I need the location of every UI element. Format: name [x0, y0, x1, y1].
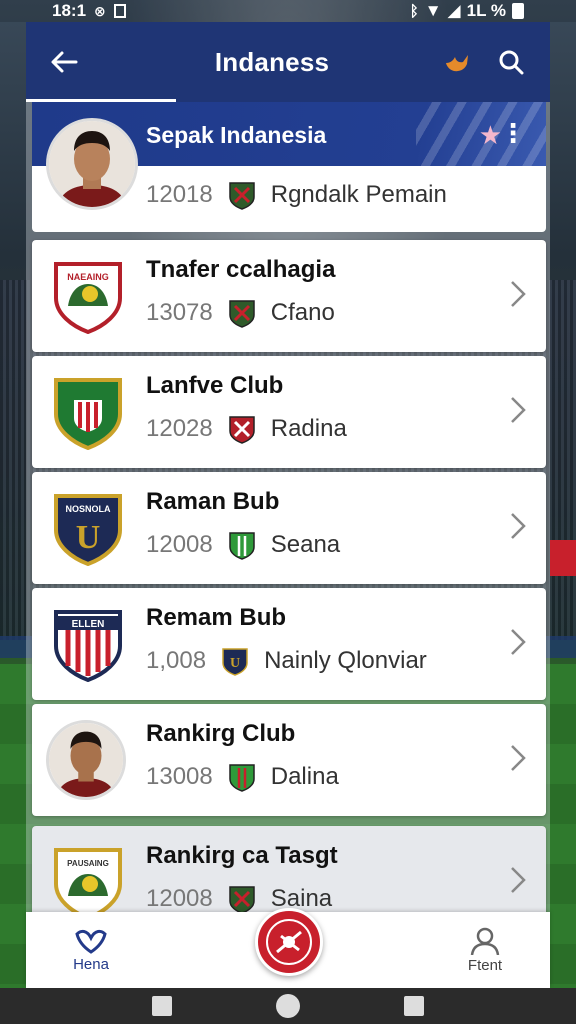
club-badge-icon — [229, 416, 255, 444]
club-subtitle: Seana — [270, 531, 341, 558]
list-item[interactable]: PAUSAING Rankirg ca Tasgt 12008 Saina — [32, 826, 546, 912]
club-subtitle: Nainly Qlonviar — [264, 647, 427, 674]
battery-text: 1L % — [466, 1, 506, 20]
league-name: Sepak Indanesia — [146, 122, 327, 148]
club-logo: PAUSAING — [54, 848, 122, 912]
wifi-icon: ▼ — [424, 1, 442, 20]
svg-text:U: U — [230, 656, 240, 671]
club-number: 12028 — [146, 415, 213, 442]
list-item[interactable]: Lanfve Club 12028 Radina — [32, 356, 546, 468]
club-badge-icon — [229, 886, 255, 912]
club-badge-icon — [229, 532, 255, 560]
chevron-right-icon — [511, 745, 526, 771]
recents-button[interactable] — [152, 996, 172, 1016]
club-badge-icon: U — [222, 648, 248, 676]
nav-profile-label: Ftent — [467, 956, 503, 974]
more-vert-icon[interactable]: ⋮ — [500, 118, 526, 149]
club-crest-icon — [266, 919, 312, 965]
club-subtitle: Cfano — [270, 299, 335, 326]
club-number: 13008 — [146, 763, 213, 790]
club-subtitle: Radina — [270, 415, 347, 442]
notification-icon: ⊗ — [94, 2, 106, 19]
club-logo: NAEAING — [54, 262, 122, 334]
list-item[interactable]: NAEAING Tnafer ccalhagia 13078 Cfano — [32, 240, 546, 352]
club-name: Rankirg Club — [146, 720, 296, 747]
club-badge-icon — [229, 764, 255, 792]
club-logo-text: NAEAING — [67, 272, 109, 282]
chevron-right-icon — [511, 629, 526, 655]
center-action-button[interactable] — [255, 908, 323, 976]
club-badge-icon — [229, 300, 255, 328]
red-banner — [550, 540, 576, 576]
home-heart-icon — [75, 929, 107, 954]
list-item[interactable]: ELLEN Remam Bub 1,008 U Nainly Qlonviar — [32, 588, 546, 700]
battery-icon — [512, 3, 524, 19]
chevron-right-icon — [511, 513, 526, 539]
bird-icon[interactable] — [442, 47, 472, 77]
club-logo-text: ELLEN — [72, 619, 105, 630]
avatar — [46, 720, 126, 800]
back-system-button[interactable] — [404, 996, 424, 1016]
player-portrait — [49, 121, 135, 207]
list-item[interactable]: U NOSNOLA Raman Bub 12008 Seana — [32, 472, 546, 584]
status-bar: 18:1 ⊗ ᛒ ▼ ◢ 1L % — [0, 0, 576, 22]
club-logo-text: NOSNOLA — [66, 504, 112, 514]
club-logo — [54, 378, 122, 450]
app-window: Indaness Sepak Indanesia ★ ⋮ 12018 Rgnda… — [26, 22, 550, 988]
home-button[interactable] — [276, 994, 300, 1018]
club-name: Rankirg ca Tasgt — [146, 842, 338, 869]
signal-icon: ◢ — [447, 1, 461, 20]
person-icon — [470, 927, 500, 955]
club-name: Lanfve Club — [146, 372, 284, 399]
club-number: 13078 — [146, 299, 213, 326]
header-number: 12018 — [146, 181, 213, 208]
club-list[interactable]: Sepak Indanesia ★ ⋮ 12018 Rgndalk Pemain… — [26, 102, 550, 912]
club-subtitle: Dalina — [270, 763, 339, 790]
club-badge-icon — [229, 182, 255, 210]
nav-profile[interactable]: Ftent — [420, 927, 550, 974]
app-bar: Indaness — [26, 22, 550, 102]
bottom-navigation: Hena Ftent — [26, 908, 550, 988]
sim-icon — [113, 4, 126, 18]
search-icon[interactable] — [498, 49, 524, 75]
club-name: Remam Bub — [146, 604, 287, 631]
club-logo: ELLEN — [54, 610, 122, 682]
player-portrait — [49, 723, 123, 797]
back-button[interactable] — [26, 50, 102, 74]
club-number: 12008 — [146, 885, 213, 912]
chevron-right-icon — [511, 397, 526, 423]
svg-text:U: U — [76, 519, 101, 556]
header-subtitle: Rgndalk Pemain — [270, 181, 447, 208]
club-name: Tnafer ccalhagia — [146, 256, 336, 283]
bluetooth-icon: ᛒ — [409, 2, 419, 20]
league-header-card[interactable]: Sepak Indanesia ★ ⋮ 12018 Rgndalk Pemain — [32, 102, 546, 232]
star-icon[interactable]: ★ — [479, 120, 502, 151]
club-number: 1,008 — [146, 647, 207, 674]
club-name: Raman Bub — [146, 488, 280, 515]
status-time: 18:1 — [52, 1, 87, 20]
chevron-right-icon — [511, 867, 526, 893]
list-item[interactable]: Rankirg Club 13008 Dalina — [32, 704, 546, 816]
club-logo: U NOSNOLA — [54, 494, 122, 566]
avatar — [46, 118, 138, 210]
nav-home-label: Hena — [73, 955, 109, 973]
page-title: Indaness — [214, 46, 330, 77]
club-number: 12008 — [146, 531, 213, 558]
club-subtitle: Saina — [270, 885, 333, 912]
club-logo-text: PAUSAING — [67, 859, 109, 868]
nav-home[interactable]: Hena — [26, 928, 156, 973]
arrow-left-icon — [51, 51, 78, 73]
chevron-right-icon — [511, 281, 526, 307]
system-navigation-bar — [0, 988, 576, 1024]
